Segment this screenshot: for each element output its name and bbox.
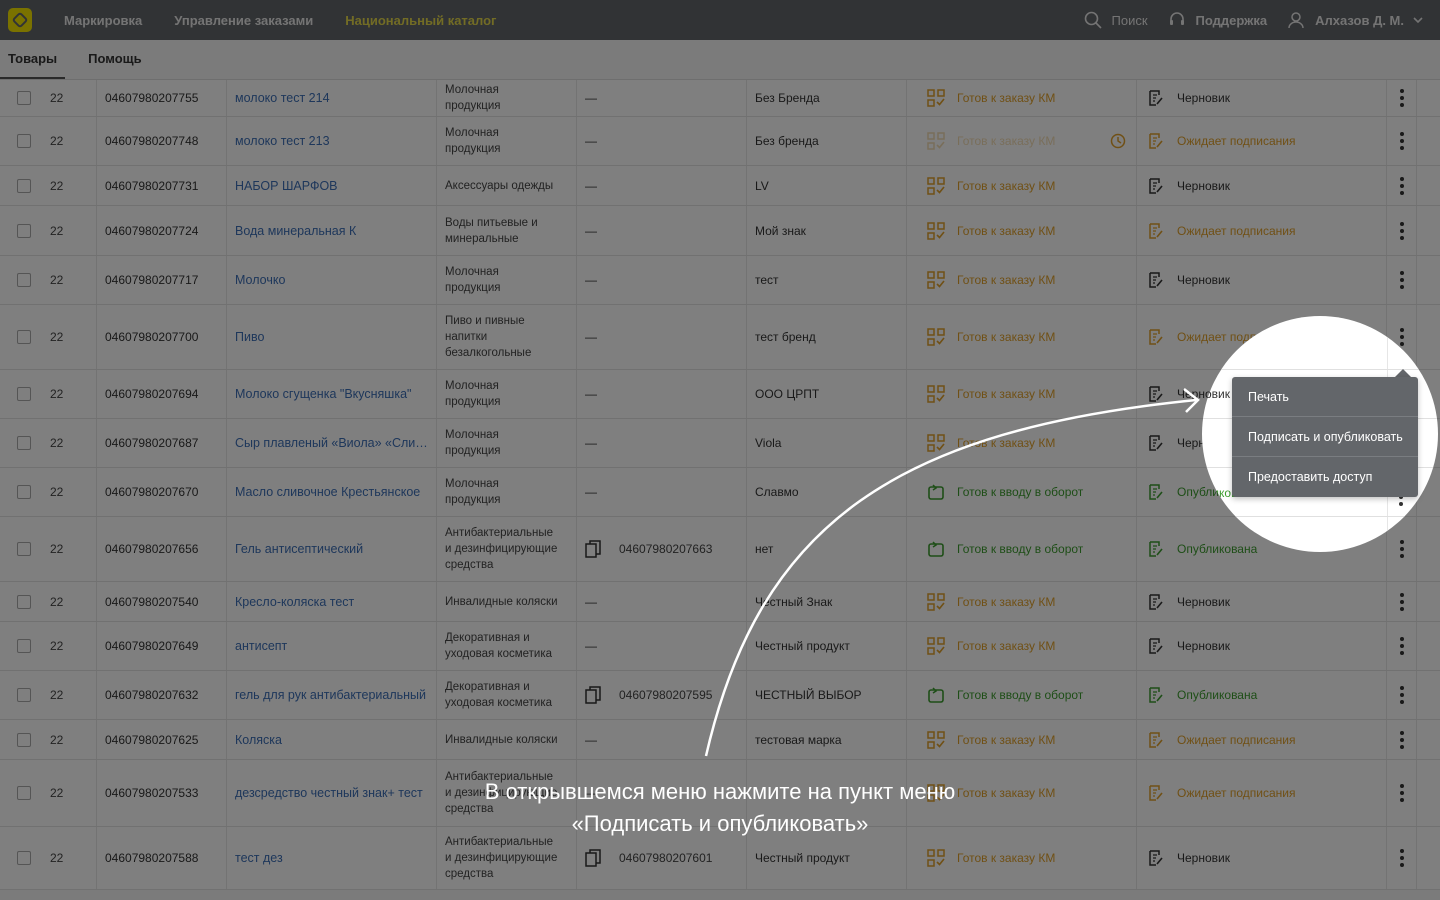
instruction-line-1: В открывшемся меню нажмите на пункт меню [484,779,956,804]
instruction-line-2: «Подписать и опубликовать» [571,811,869,836]
tutorial-instruction: В открывшемся меню нажмите на пункт меню… [420,776,1020,840]
tutorial-arrow [704,388,1200,757]
